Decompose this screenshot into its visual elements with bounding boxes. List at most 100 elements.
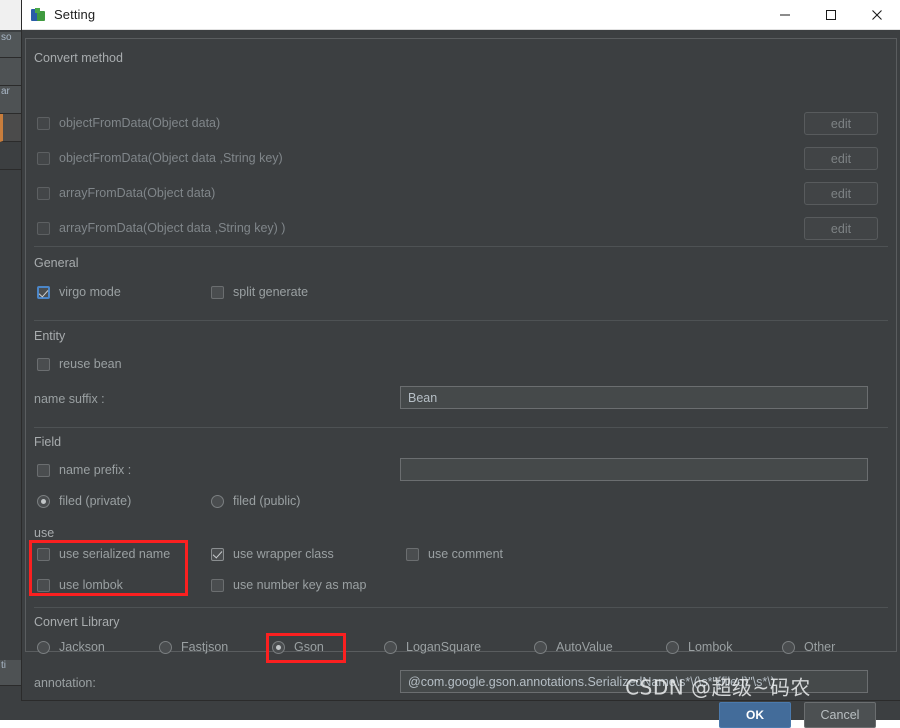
radio-label-gson: Gson: [294, 640, 324, 654]
radio-fastjson[interactable]: [159, 641, 172, 654]
radio-label-filed-public: filed (public): [233, 494, 300, 508]
checkbox-label-use-serialized-name: use serialized name: [59, 547, 170, 561]
radio-row-fastjson[interactable]: Fastjson: [159, 640, 228, 654]
name-suffix-value: Bean: [408, 391, 437, 405]
background-tab-2-selected[interactable]: [0, 114, 22, 142]
checkbox-label-objectfromdata-data: objectFromData(Object data): [59, 116, 220, 130]
checkbox-label-reuse-bean: reuse bean: [59, 357, 122, 371]
checkbox-objectfromdata-data[interactable]: [37, 117, 50, 130]
checkbox-row-arrayfromdata-data[interactable]: arrayFromData(Object data): [37, 186, 215, 200]
radio-row-autovalue[interactable]: AutoValue: [534, 640, 613, 654]
radio-logansquare[interactable]: [384, 641, 397, 654]
setting-dialog: Setting Convert method objectFromData(Ob…: [22, 0, 900, 700]
checkbox-label-split-generate: split generate: [233, 285, 308, 299]
radio-row-filed-private[interactable]: filed (private): [37, 494, 131, 508]
checkbox-label-arrayfromdata-data-key: arrayFromData(Object data ,String key) ): [59, 221, 285, 235]
radio-jackson[interactable]: [37, 641, 50, 654]
settings-panel: Convert method objectFromData(Object dat…: [25, 38, 897, 652]
checkbox-use-wrapper-class[interactable]: [211, 548, 224, 561]
background-tab-3: [0, 142, 22, 170]
checkbox-row-arrayfromdata-data-key[interactable]: arrayFromData(Object data ,String key) ): [37, 221, 285, 235]
checkbox-objectfromdata-data-key[interactable]: [37, 152, 50, 165]
radio-label-filed-private: filed (private): [59, 494, 131, 508]
checkbox-row-virgo-mode[interactable]: virgo mode: [37, 285, 121, 299]
edit-button-objectfromdata-data-key[interactable]: edit: [804, 147, 878, 170]
radio-row-other[interactable]: Other: [782, 640, 835, 654]
annotation-value: @com.google.gson.annotations.SerializedN…: [408, 675, 775, 689]
edit-button-objectfromdata-data[interactable]: edit: [804, 112, 878, 135]
name-suffix-input[interactable]: Bean: [400, 386, 868, 409]
section-title-convert-method: Convert method: [34, 51, 123, 65]
checkbox-label-use-comment: use comment: [428, 547, 503, 561]
radio-label-lombok: Lombok: [688, 640, 732, 654]
checkbox-name-prefix[interactable]: [37, 464, 50, 477]
checkbox-use-lombok[interactable]: [37, 579, 50, 592]
radio-filed-private[interactable]: [37, 495, 50, 508]
section-title-entity: Entity: [34, 329, 65, 343]
checkbox-row-use-lombok[interactable]: use lombok: [37, 578, 123, 592]
annotation-input[interactable]: @com.google.gson.annotations.SerializedN…: [400, 670, 868, 693]
checkbox-row-use-number-key-as-map[interactable]: use number key as map: [211, 578, 366, 592]
checkbox-reuse-bean[interactable]: [37, 358, 50, 371]
radio-row-filed-public[interactable]: filed (public): [211, 494, 300, 508]
checkbox-label-virgo-mode: virgo mode: [59, 285, 121, 299]
name-prefix-input[interactable]: [400, 458, 868, 481]
cancel-button[interactable]: Cancel: [804, 702, 876, 728]
edit-button-label-3: edit: [831, 222, 851, 236]
label-use: use: [34, 526, 54, 540]
checkbox-use-serialized-name[interactable]: [37, 548, 50, 561]
radio-filed-public[interactable]: [211, 495, 224, 508]
checkbox-virgo-mode[interactable]: [37, 286, 50, 299]
checkbox-arrayfromdata-data[interactable]: [37, 187, 50, 200]
checkbox-split-generate[interactable]: [211, 286, 224, 299]
checkbox-row-use-wrapper-class[interactable]: use wrapper class: [211, 547, 334, 561]
edit-button-arrayfromdata-data[interactable]: edit: [804, 182, 878, 205]
ok-button[interactable]: OK: [719, 702, 791, 728]
checkbox-label-name-prefix: name prefix :: [59, 463, 131, 477]
checkbox-arrayfromdata-data-key[interactable]: [37, 222, 50, 235]
radio-row-gson[interactable]: Gson: [272, 640, 324, 654]
dialog-titlebar: Setting: [22, 0, 900, 30]
background-tab-1-label: ar: [1, 86, 10, 97]
background-bottom-tab[interactable]: ti: [0, 660, 22, 686]
checkbox-row-objectfromdata-data[interactable]: objectFromData(Object data): [37, 116, 220, 130]
radio-autovalue[interactable]: [534, 641, 547, 654]
radio-row-jackson[interactable]: Jackson: [37, 640, 105, 654]
checkbox-row-split-generate[interactable]: split generate: [211, 285, 308, 299]
radio-row-logansquare[interactable]: LoganSquare: [384, 640, 481, 654]
label-annotation: annotation:: [34, 676, 96, 690]
radio-other[interactable]: [782, 641, 795, 654]
annotation-label: annotation:: [34, 676, 96, 690]
maximize-button[interactable]: [808, 0, 854, 30]
checkbox-use-comment[interactable]: [406, 548, 419, 561]
radio-label-jackson: Jackson: [59, 640, 105, 654]
window-title: Setting: [54, 7, 95, 22]
checkbox-label-arrayfromdata-data: arrayFromData(Object data): [59, 186, 215, 200]
checkbox-row-use-comment[interactable]: use comment: [406, 547, 503, 561]
minimize-button[interactable]: [762, 0, 808, 30]
edit-button-label-2: edit: [831, 187, 851, 201]
radio-label-logansquare: LoganSquare: [406, 640, 481, 654]
close-button[interactable]: [854, 0, 900, 30]
section-title-convert-library: Convert Library: [34, 615, 119, 629]
dialog-body: Convert method objectFromData(Object dat…: [22, 30, 900, 700]
window-controls: [762, 0, 900, 30]
radio-label-fastjson: Fastjson: [181, 640, 228, 654]
checkbox-use-number-key-as-map[interactable]: [211, 579, 224, 592]
checkbox-row-reuse-bean[interactable]: reuse bean: [37, 357, 122, 371]
background-tab-divider: [0, 58, 22, 86]
radio-gson[interactable]: [272, 641, 285, 654]
checkbox-row-name-prefix[interactable]: name prefix :: [37, 463, 131, 477]
edit-button-arrayfromdata-data-key[interactable]: edit: [804, 217, 878, 240]
name-suffix-label: name suffix :: [34, 392, 105, 406]
app-icon: [30, 7, 46, 23]
checkbox-row-use-serialized-name[interactable]: use serialized name: [37, 547, 170, 561]
background-tab-0[interactable]: so: [0, 32, 22, 58]
background-tab-0-label: so: [1, 32, 12, 43]
divider-after-general: [34, 320, 888, 321]
radio-lombok[interactable]: [666, 641, 679, 654]
radio-row-lombok[interactable]: Lombok: [666, 640, 732, 654]
background-tab-1[interactable]: ar: [0, 86, 22, 114]
checkbox-row-objectfromdata-data-key[interactable]: objectFromData(Object data ,String key): [37, 151, 283, 165]
background-top-white-strip: [0, 0, 22, 30]
